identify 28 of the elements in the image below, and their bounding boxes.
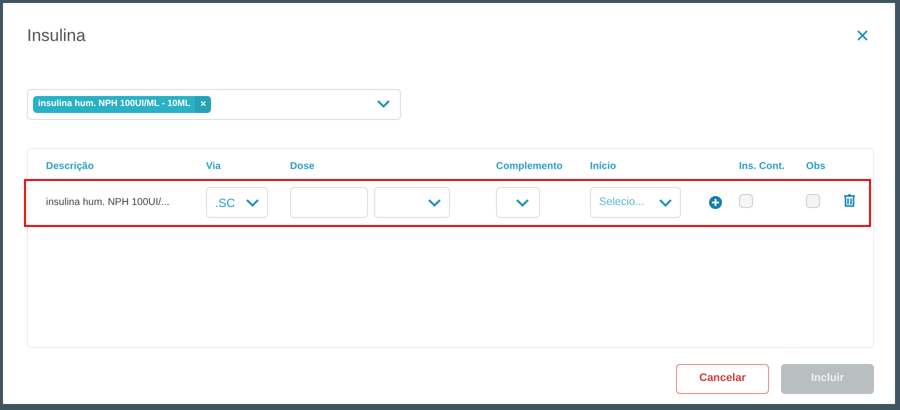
chevron-down-icon [659,198,672,206]
column-header: Início [590,160,618,174]
chevron-down-icon [246,198,259,206]
chip-remove-button[interactable]: × [195,96,212,112]
chevron-down-icon [377,100,390,108]
chip-label: insulina hum. NPH 100UI/ML - 10ML [37,97,192,110]
column-header: Complemento [496,160,564,174]
column-header: Ins. Cont. [739,160,786,174]
via-select[interactable]: .SC [206,187,268,218]
product-select[interactable]: insulina hum. NPH 100UI/ML - 10ML × [27,88,401,120]
dialog-title: Insulina [27,25,86,47]
chevron-down-icon [428,198,441,206]
table-cell-text: insulina hum. NPH 100UI/... [46,196,170,210]
column-header: Descrição [46,160,95,174]
checkbox[interactable] [739,194,753,208]
close-icon[interactable] [857,30,868,42]
inicio-select[interactable]: Selecio... [590,187,681,218]
trash-icon[interactable] [844,194,855,207]
chevron-down-icon [516,198,529,206]
complemento-select[interactable] [496,187,540,218]
dose-field[interactable] [290,187,368,218]
cancel-button[interactable]: Cancelar [676,364,769,394]
column-header: Via [206,160,222,174]
checkbox[interactable] [806,194,820,208]
dose-unit-select[interactable] [374,187,450,218]
column-header: Obs [806,160,826,174]
add-icon[interactable] [709,196,722,209]
column-header: Dose [290,160,316,174]
